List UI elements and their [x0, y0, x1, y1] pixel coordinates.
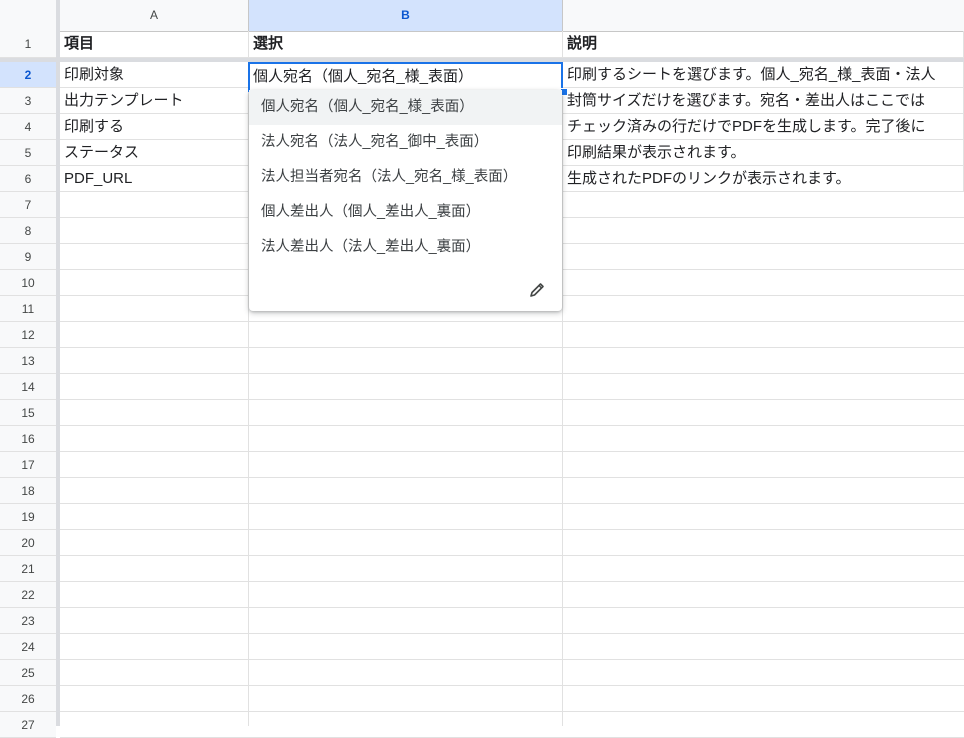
- row-header-26[interactable]: 26: [0, 686, 56, 712]
- dropdown-option[interactable]: 個人差出人（個人_差出人_裏面）: [249, 195, 562, 230]
- cell-c3[interactable]: 封筒サイズだけを選びます。宛名・差出人はここでは: [563, 88, 964, 114]
- row-header-10[interactable]: 10: [0, 270, 56, 296]
- dropdown-option[interactable]: 個人宛名（個人_宛名_様_表面）: [249, 90, 562, 125]
- row-header-15[interactable]: 15: [0, 400, 56, 426]
- cell-a2[interactable]: 印刷対象: [60, 62, 249, 88]
- row-header-24[interactable]: 24: [0, 634, 56, 660]
- cell-a3[interactable]: 出力テンプレート: [60, 88, 249, 114]
- row-header-14[interactable]: 14: [0, 374, 56, 400]
- row-divider: [60, 373, 964, 374]
- row-header-7[interactable]: 7: [0, 192, 56, 218]
- row-header-17[interactable]: 17: [0, 452, 56, 478]
- row-header-6[interactable]: 6: [0, 166, 56, 192]
- row-divider: [60, 685, 964, 686]
- dropdown-option[interactable]: 法人宛名（法人_宛名_御中_表面）: [249, 125, 562, 160]
- row-divider: [60, 555, 964, 556]
- pencil-icon[interactable]: [526, 279, 548, 301]
- row-divider: [60, 399, 964, 400]
- cell-c6[interactable]: 生成されたPDFのリンクが表示されます。: [563, 166, 964, 192]
- row-header-13[interactable]: 13: [0, 348, 56, 374]
- row-header-4[interactable]: 4: [0, 114, 56, 140]
- row-divider: [60, 477, 964, 478]
- column-header-b[interactable]: B: [249, 0, 563, 31]
- dropdown-option[interactable]: 法人担当者宛名（法人_宛名_様_表面）: [249, 160, 562, 195]
- row-header-20[interactable]: 20: [0, 530, 56, 556]
- row-divider: [60, 451, 964, 452]
- active-cell-b2[interactable]: 個人宛名（個人_宛名_様_表面）: [248, 62, 563, 92]
- row-header-21[interactable]: 21: [0, 556, 56, 582]
- row-divider: [60, 321, 964, 322]
- row-header-16[interactable]: 16: [0, 426, 56, 452]
- spreadsheet-grid: A B 1 2 3 4 5 6 7 8 9 10 11 12 13 14 15 16 17 18 19 20 21 22 2…: [0, 0, 964, 738]
- data-validation-dropdown: 個人宛名（個人_宛名_様_表面） 法人宛名（法人_宛名_御中_表面） 法人担当者…: [249, 90, 562, 311]
- row-header-27[interactable]: 27: [0, 712, 56, 738]
- row-header-1[interactable]: 1: [0, 31, 56, 58]
- cell-b1[interactable]: 選択: [249, 31, 563, 58]
- column-header-a[interactable]: A: [60, 0, 249, 31]
- cell-a6[interactable]: PDF_URL: [60, 166, 249, 192]
- cell-a4[interactable]: 印刷する: [60, 114, 249, 140]
- row-divider: [60, 529, 964, 530]
- row-header-23[interactable]: 23: [0, 608, 56, 634]
- row-divider: [60, 633, 964, 634]
- row-header-22[interactable]: 22: [0, 582, 56, 608]
- row-header-12[interactable]: 12: [0, 322, 56, 348]
- cell-c2[interactable]: 印刷するシートを選びます。個人_宛名_様_表面・法人: [563, 62, 964, 88]
- row-header-11[interactable]: 11: [0, 296, 56, 322]
- dropdown-option[interactable]: 法人差出人（法人_差出人_裏面）: [249, 230, 562, 265]
- cell-c1[interactable]: 説明: [563, 31, 964, 58]
- select-all-corner[interactable]: [0, 0, 57, 31]
- row-divider: [60, 607, 964, 608]
- row-divider: [60, 425, 964, 426]
- row-header-3[interactable]: 3: [0, 88, 56, 114]
- row-divider: [60, 503, 964, 504]
- row-header-25[interactable]: 25: [0, 660, 56, 686]
- column-header-c[interactable]: [563, 0, 964, 31]
- row-header-19[interactable]: 19: [0, 504, 56, 530]
- cell-a5[interactable]: ステータス: [60, 140, 249, 166]
- row-divider: [60, 347, 964, 348]
- row-divider: [60, 659, 964, 660]
- cell-a1[interactable]: 項目: [60, 31, 249, 58]
- cell-c4[interactable]: チェック済みの行だけでPDFを生成します。完了後に: [563, 114, 964, 140]
- row-header-18[interactable]: 18: [0, 478, 56, 504]
- row-divider: [60, 711, 964, 712]
- row-divider: [60, 581, 964, 582]
- row-header-2[interactable]: 2: [0, 62, 56, 88]
- row-header-8[interactable]: 8: [0, 218, 56, 244]
- row-header-5[interactable]: 5: [0, 140, 56, 166]
- row-header-9[interactable]: 9: [0, 244, 56, 270]
- cell-c5[interactable]: 印刷結果が表示されます。: [563, 140, 964, 166]
